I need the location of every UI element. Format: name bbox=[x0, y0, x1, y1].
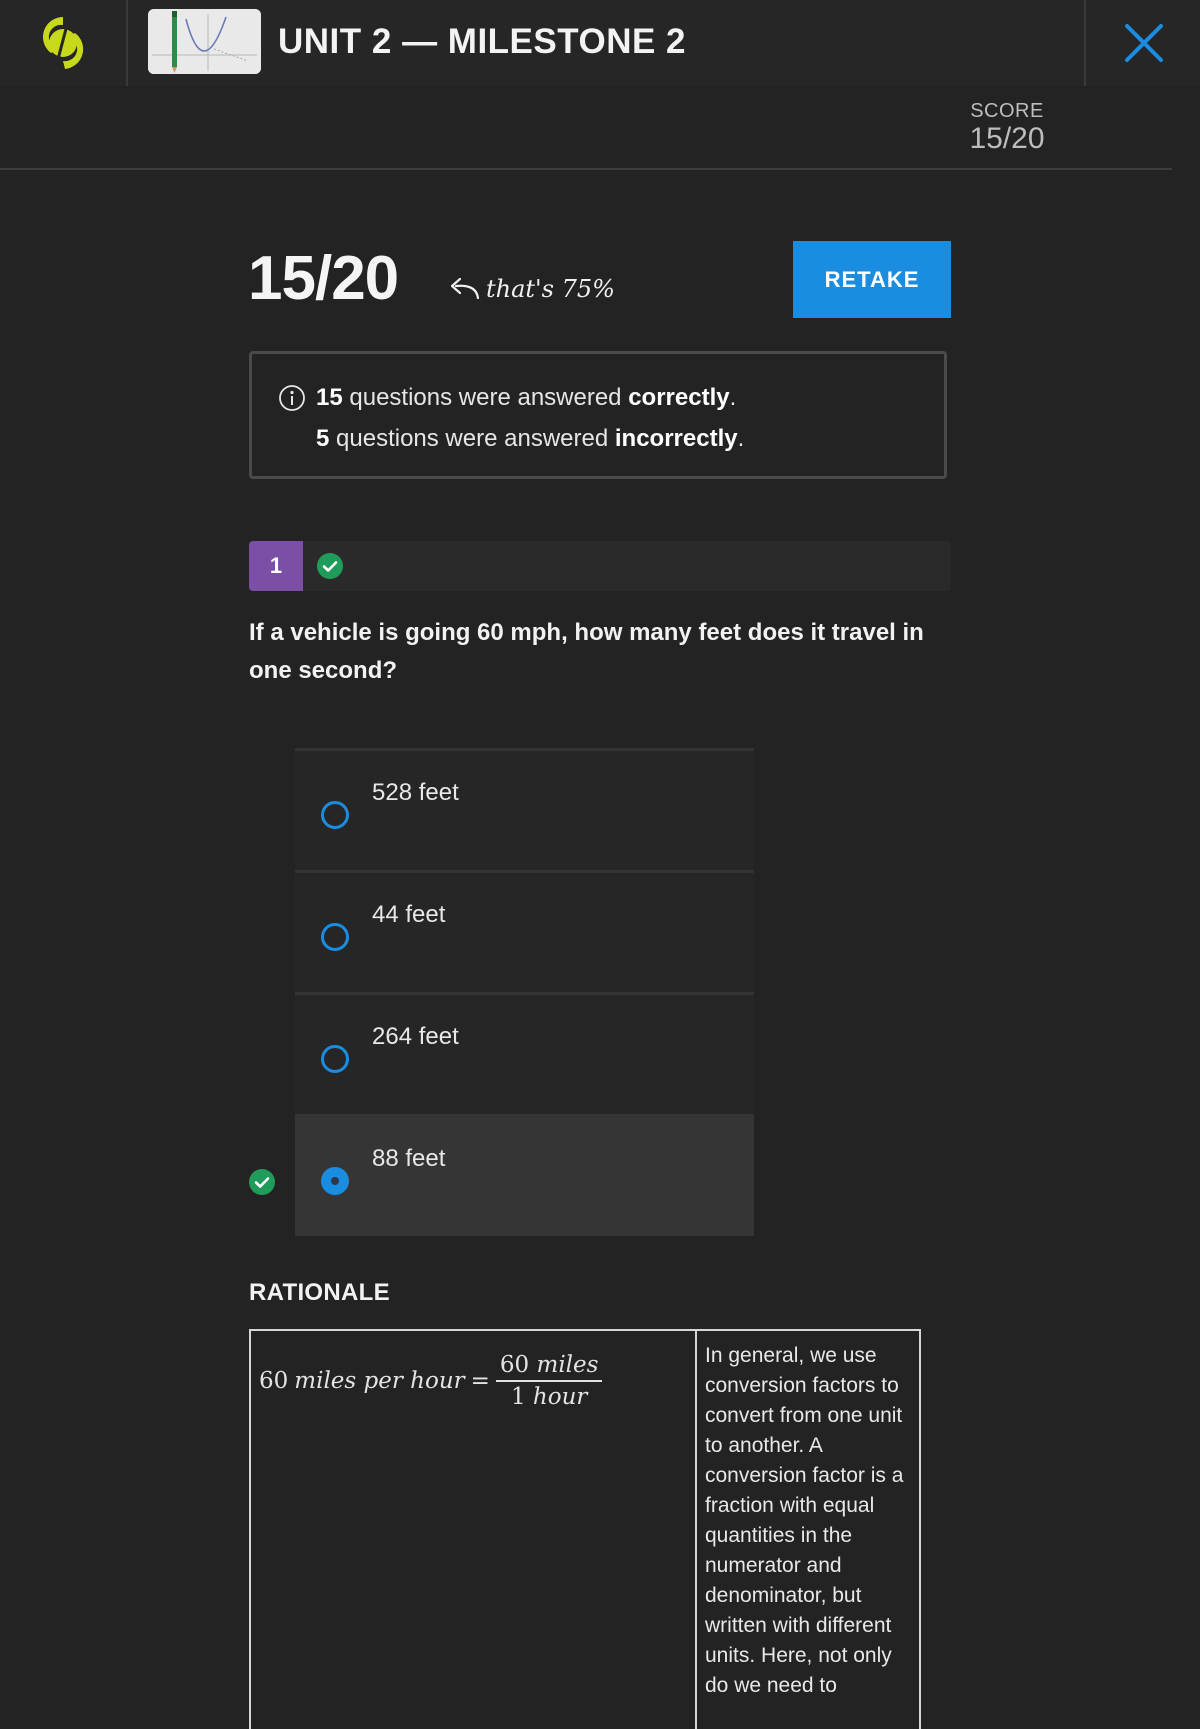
score-percent-note: that's 75% bbox=[446, 271, 615, 307]
graph-thumbnail-icon bbox=[148, 9, 261, 74]
denominator-value: 1 bbox=[510, 1384, 526, 1410]
close-button[interactable] bbox=[1084, 0, 1200, 86]
question-header: 1 bbox=[249, 541, 951, 591]
score-bar: SCORE 15/20 bbox=[0, 86, 1172, 170]
incorrect-text: questions were answered bbox=[329, 425, 615, 452]
answer-label: 88 feet bbox=[372, 1145, 446, 1172]
formula-lhs-unit: miles per hour bbox=[294, 1368, 465, 1394]
radio-button[interactable] bbox=[321, 923, 349, 951]
incorrect-summary-line: 5 questions were answered incorrectly. bbox=[316, 425, 744, 453]
correct-summary-line: 15 questions were answered correctly. bbox=[316, 384, 736, 412]
correct-count: 15 bbox=[316, 384, 343, 411]
answer-label: 528 feet bbox=[372, 779, 459, 806]
numerator-unit: miles bbox=[536, 1352, 599, 1378]
answer-option[interactable]: 44 feet bbox=[295, 870, 754, 992]
conversion-formula: 60 miles per hour = 60 miles 1 hour bbox=[259, 1341, 603, 1421]
top-bar: UNIT 2 — MILESTONE 2 bbox=[0, 0, 1200, 86]
formula-fraction: 60 miles 1 hour bbox=[495, 1352, 603, 1410]
answer-option[interactable]: 528 feet bbox=[295, 748, 754, 870]
answer-option[interactable]: 264 feet bbox=[295, 992, 754, 1114]
answer-label: 44 feet bbox=[372, 901, 446, 928]
radio-button-selected[interactable] bbox=[321, 1167, 349, 1195]
close-icon bbox=[1125, 24, 1163, 62]
score-label: SCORE bbox=[970, 100, 1044, 122]
info-icon bbox=[279, 385, 305, 411]
radio-button[interactable] bbox=[321, 801, 349, 829]
incorrect-word: incorrectly bbox=[614, 425, 738, 452]
fraction-denominator: 1 hour bbox=[511, 1382, 587, 1410]
curved-arrow-icon bbox=[450, 277, 480, 300]
answer-label: 264 feet bbox=[372, 1023, 459, 1050]
rationale-formula-cell: 60 miles per hour = 60 miles 1 hour bbox=[251, 1331, 697, 1729]
question-number-badge: 1 bbox=[249, 541, 303, 591]
correct-check-icon bbox=[317, 553, 343, 579]
radio-button[interactable] bbox=[321, 1045, 349, 1073]
denominator-unit: hour bbox=[532, 1384, 588, 1410]
correct-text: questions were answered bbox=[342, 384, 629, 411]
incorrect-count: 5 bbox=[316, 425, 330, 452]
percent-note-text: that's 75% bbox=[486, 275, 615, 303]
answer-list: 528 feet 44 feet 264 feet 88 feet bbox=[295, 748, 754, 1236]
sophia-logo-icon bbox=[43, 17, 84, 69]
correct-word: correctly bbox=[628, 384, 730, 411]
retake-button[interactable]: RETAKE bbox=[793, 241, 951, 318]
correct-end: . bbox=[729, 384, 737, 411]
formula-equals: = bbox=[470, 1368, 490, 1394]
rationale-table: 60 miles per hour = 60 miles 1 hour In g… bbox=[249, 1329, 921, 1729]
rationale-explanation: In general, we use conversion factors to… bbox=[705, 1344, 904, 1697]
fraction-numerator: 60 miles bbox=[495, 1352, 603, 1382]
formula-lhs-number: 60 bbox=[259, 1368, 289, 1394]
question-text: If a vehicle is going 60 mph, how many f… bbox=[249, 619, 924, 684]
results-summary: 15 questions were answered correctly. 5 … bbox=[249, 351, 947, 479]
rationale-title: RATIONALE bbox=[249, 1279, 390, 1306]
correct-answer-check-icon bbox=[249, 1169, 275, 1195]
unit-title: UNIT 2 — MILESTONE 2 bbox=[278, 22, 687, 61]
logo-container[interactable] bbox=[0, 0, 128, 86]
result-score: 15/20 bbox=[248, 244, 399, 313]
answer-option-selected[interactable]: 88 feet bbox=[295, 1114, 754, 1236]
score-value: 15/20 bbox=[969, 122, 1045, 155]
numerator-value: 60 bbox=[499, 1352, 530, 1378]
incorrect-end: . bbox=[737, 425, 745, 452]
